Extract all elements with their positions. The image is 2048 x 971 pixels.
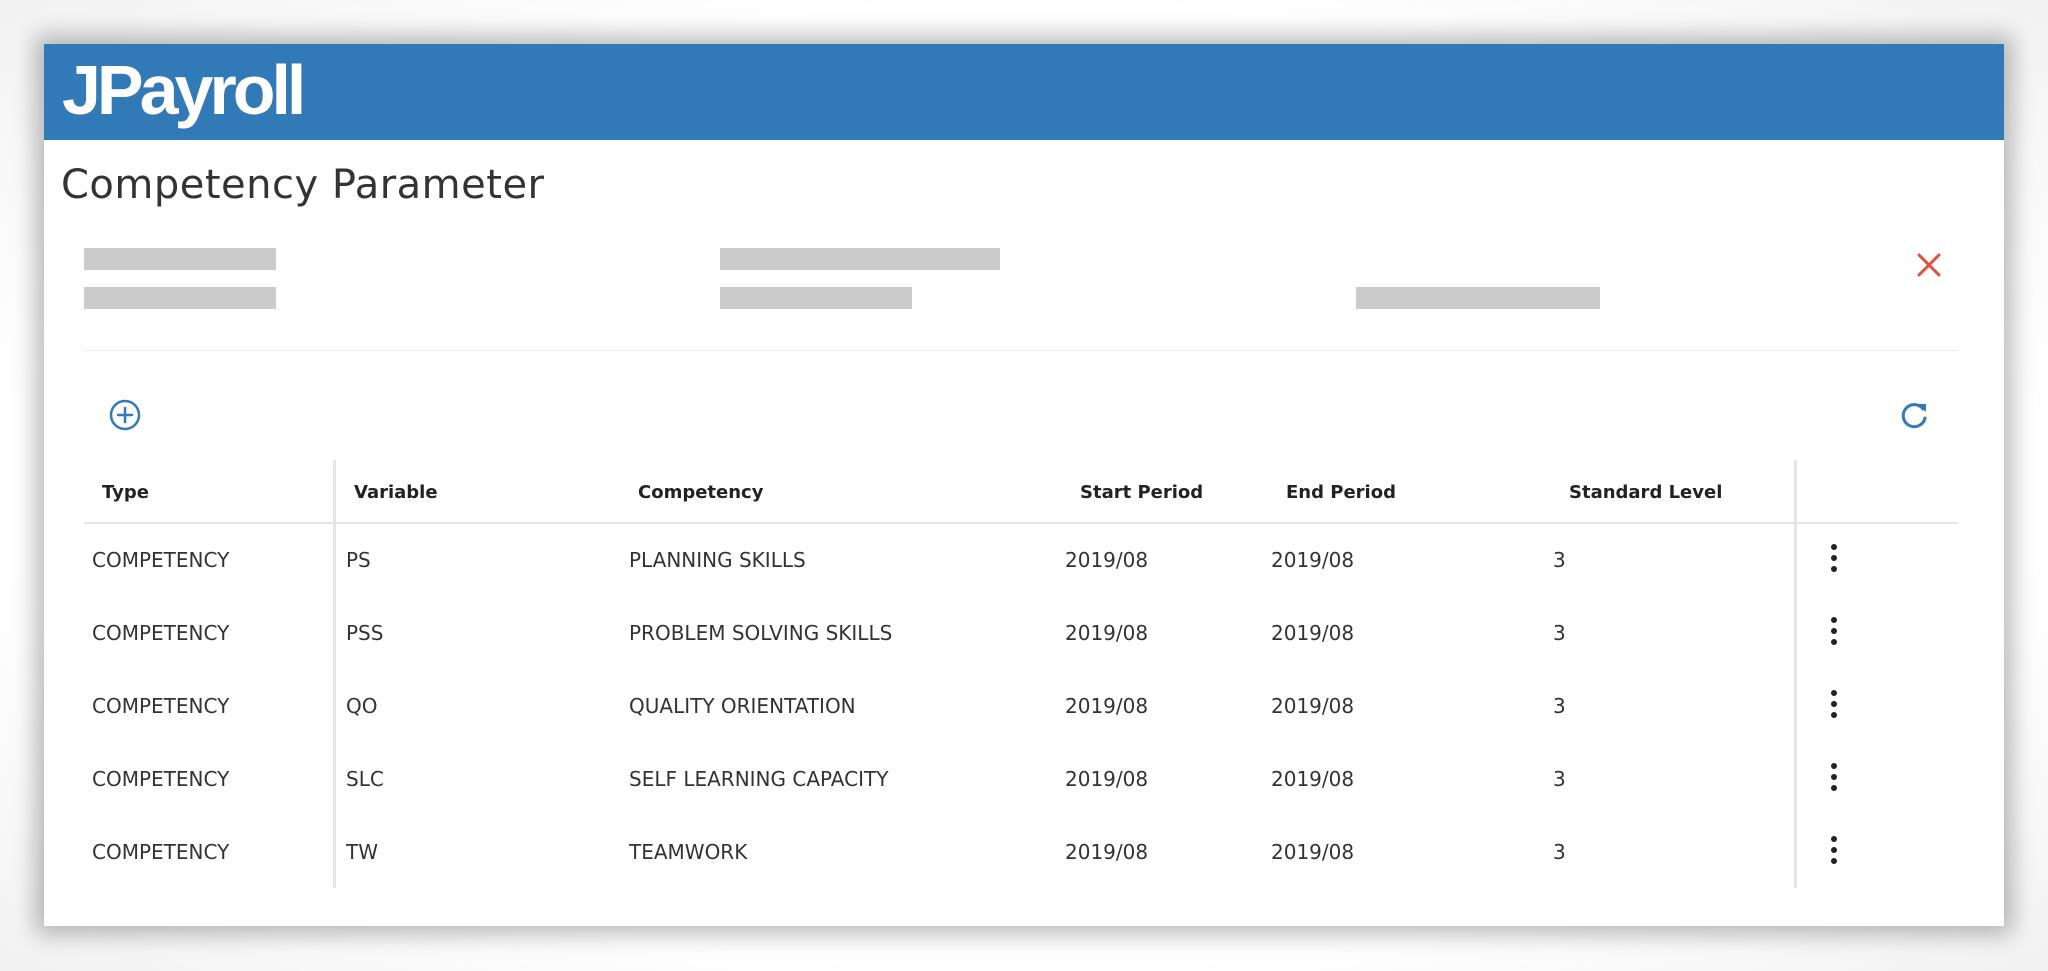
cell-standard-level: 3 (1553, 694, 1566, 718)
refresh-button[interactable] (1898, 398, 1932, 432)
app-header: JPayroll (44, 44, 2004, 140)
cell-standard-level: 3 (1553, 548, 1566, 572)
refresh-icon (1901, 403, 1927, 429)
cell-start-period: 2019/08 (1065, 621, 1149, 645)
cell-end-period: 2019/08 (1271, 767, 1355, 791)
add-circle-icon (109, 399, 141, 431)
cell-start-period: 2019/08 (1065, 694, 1149, 718)
redacted-label-1 (84, 248, 276, 270)
cell-standard-level: 3 (1553, 767, 1566, 791)
cell-competency: QUALITY ORIENTATION (629, 694, 856, 718)
cell-competency: PLANNING SKILLS (629, 548, 806, 572)
cell-start-period: 2019/08 (1065, 840, 1149, 864)
close-icon (1917, 253, 1941, 277)
header-standard-level[interactable]: Standard Level (1569, 482, 1722, 503)
row-menu-button[interactable] (1824, 836, 1844, 868)
redacted-value-2 (720, 287, 912, 309)
row-menu-button[interactable] (1824, 763, 1844, 795)
cell-competency: PROBLEM SOLVING SKILLS (629, 621, 893, 645)
cell-competency: SELF LEARNING CAPACITY (629, 767, 889, 791)
redacted-label-2 (720, 248, 1000, 270)
page-title: Competency Parameter (61, 162, 545, 208)
row-menu-button[interactable] (1824, 690, 1844, 722)
cell-end-period: 2019/08 (1271, 621, 1355, 645)
cell-variable: SLC (346, 767, 384, 791)
row-menu-button[interactable] (1824, 617, 1844, 649)
cell-type: COMPETENCY (92, 621, 230, 645)
table-row[interactable]: COMPETENCY PSS PROBLEM SOLVING SKILLS 20… (84, 597, 1958, 670)
cell-competency: TEAMWORK (629, 840, 748, 864)
table-row[interactable]: COMPETENCY PS PLANNING SKILLS 2019/08 20… (84, 524, 1958, 597)
cell-type: COMPETENCY (92, 840, 230, 864)
redacted-value-3 (1356, 287, 1600, 309)
cell-variable: PSS (346, 621, 384, 645)
header-start-period[interactable]: Start Period (1080, 482, 1203, 503)
table-row[interactable]: COMPETENCY SLC SELF LEARNING CAPACITY 20… (84, 743, 1958, 816)
table-row[interactable]: COMPETENCY QO QUALITY ORIENTATION 2019/0… (84, 670, 1958, 743)
header-variable[interactable]: Variable (354, 482, 438, 503)
cell-end-period: 2019/08 (1271, 694, 1355, 718)
header-type[interactable]: Type (102, 482, 149, 503)
cell-variable: QO (346, 694, 378, 718)
row-menu-button[interactable] (1824, 544, 1844, 576)
header-end-period[interactable]: End Period (1286, 482, 1396, 503)
cell-start-period: 2019/08 (1065, 548, 1149, 572)
table-header: Type Variable Competency Start Period En… (84, 460, 1958, 524)
cell-end-period: 2019/08 (1271, 548, 1355, 572)
table-row[interactable]: COMPETENCY TW TEAMWORK 2019/08 2019/08 3 (84, 816, 1958, 889)
add-button[interactable] (108, 398, 142, 432)
cell-type: COMPETENCY (92, 694, 230, 718)
app-window: JPayroll Competency Parameter Type Varia… (44, 44, 2004, 926)
cell-type: COMPETENCY (92, 767, 230, 791)
cell-standard-level: 3 (1553, 621, 1566, 645)
app-logo: JPayroll (62, 51, 306, 129)
redacted-value-1 (84, 287, 276, 309)
cell-variable: TW (346, 840, 378, 864)
cell-start-period: 2019/08 (1065, 767, 1149, 791)
close-button[interactable] (1914, 250, 1944, 280)
cell-end-period: 2019/08 (1271, 840, 1355, 864)
cell-type: COMPETENCY (92, 548, 230, 572)
cell-standard-level: 3 (1553, 840, 1566, 864)
header-competency[interactable]: Competency (638, 482, 763, 503)
cell-variable: PS (346, 548, 371, 572)
section-divider (84, 350, 1958, 351)
competency-table: Type Variable Competency Start Period En… (84, 460, 1958, 936)
